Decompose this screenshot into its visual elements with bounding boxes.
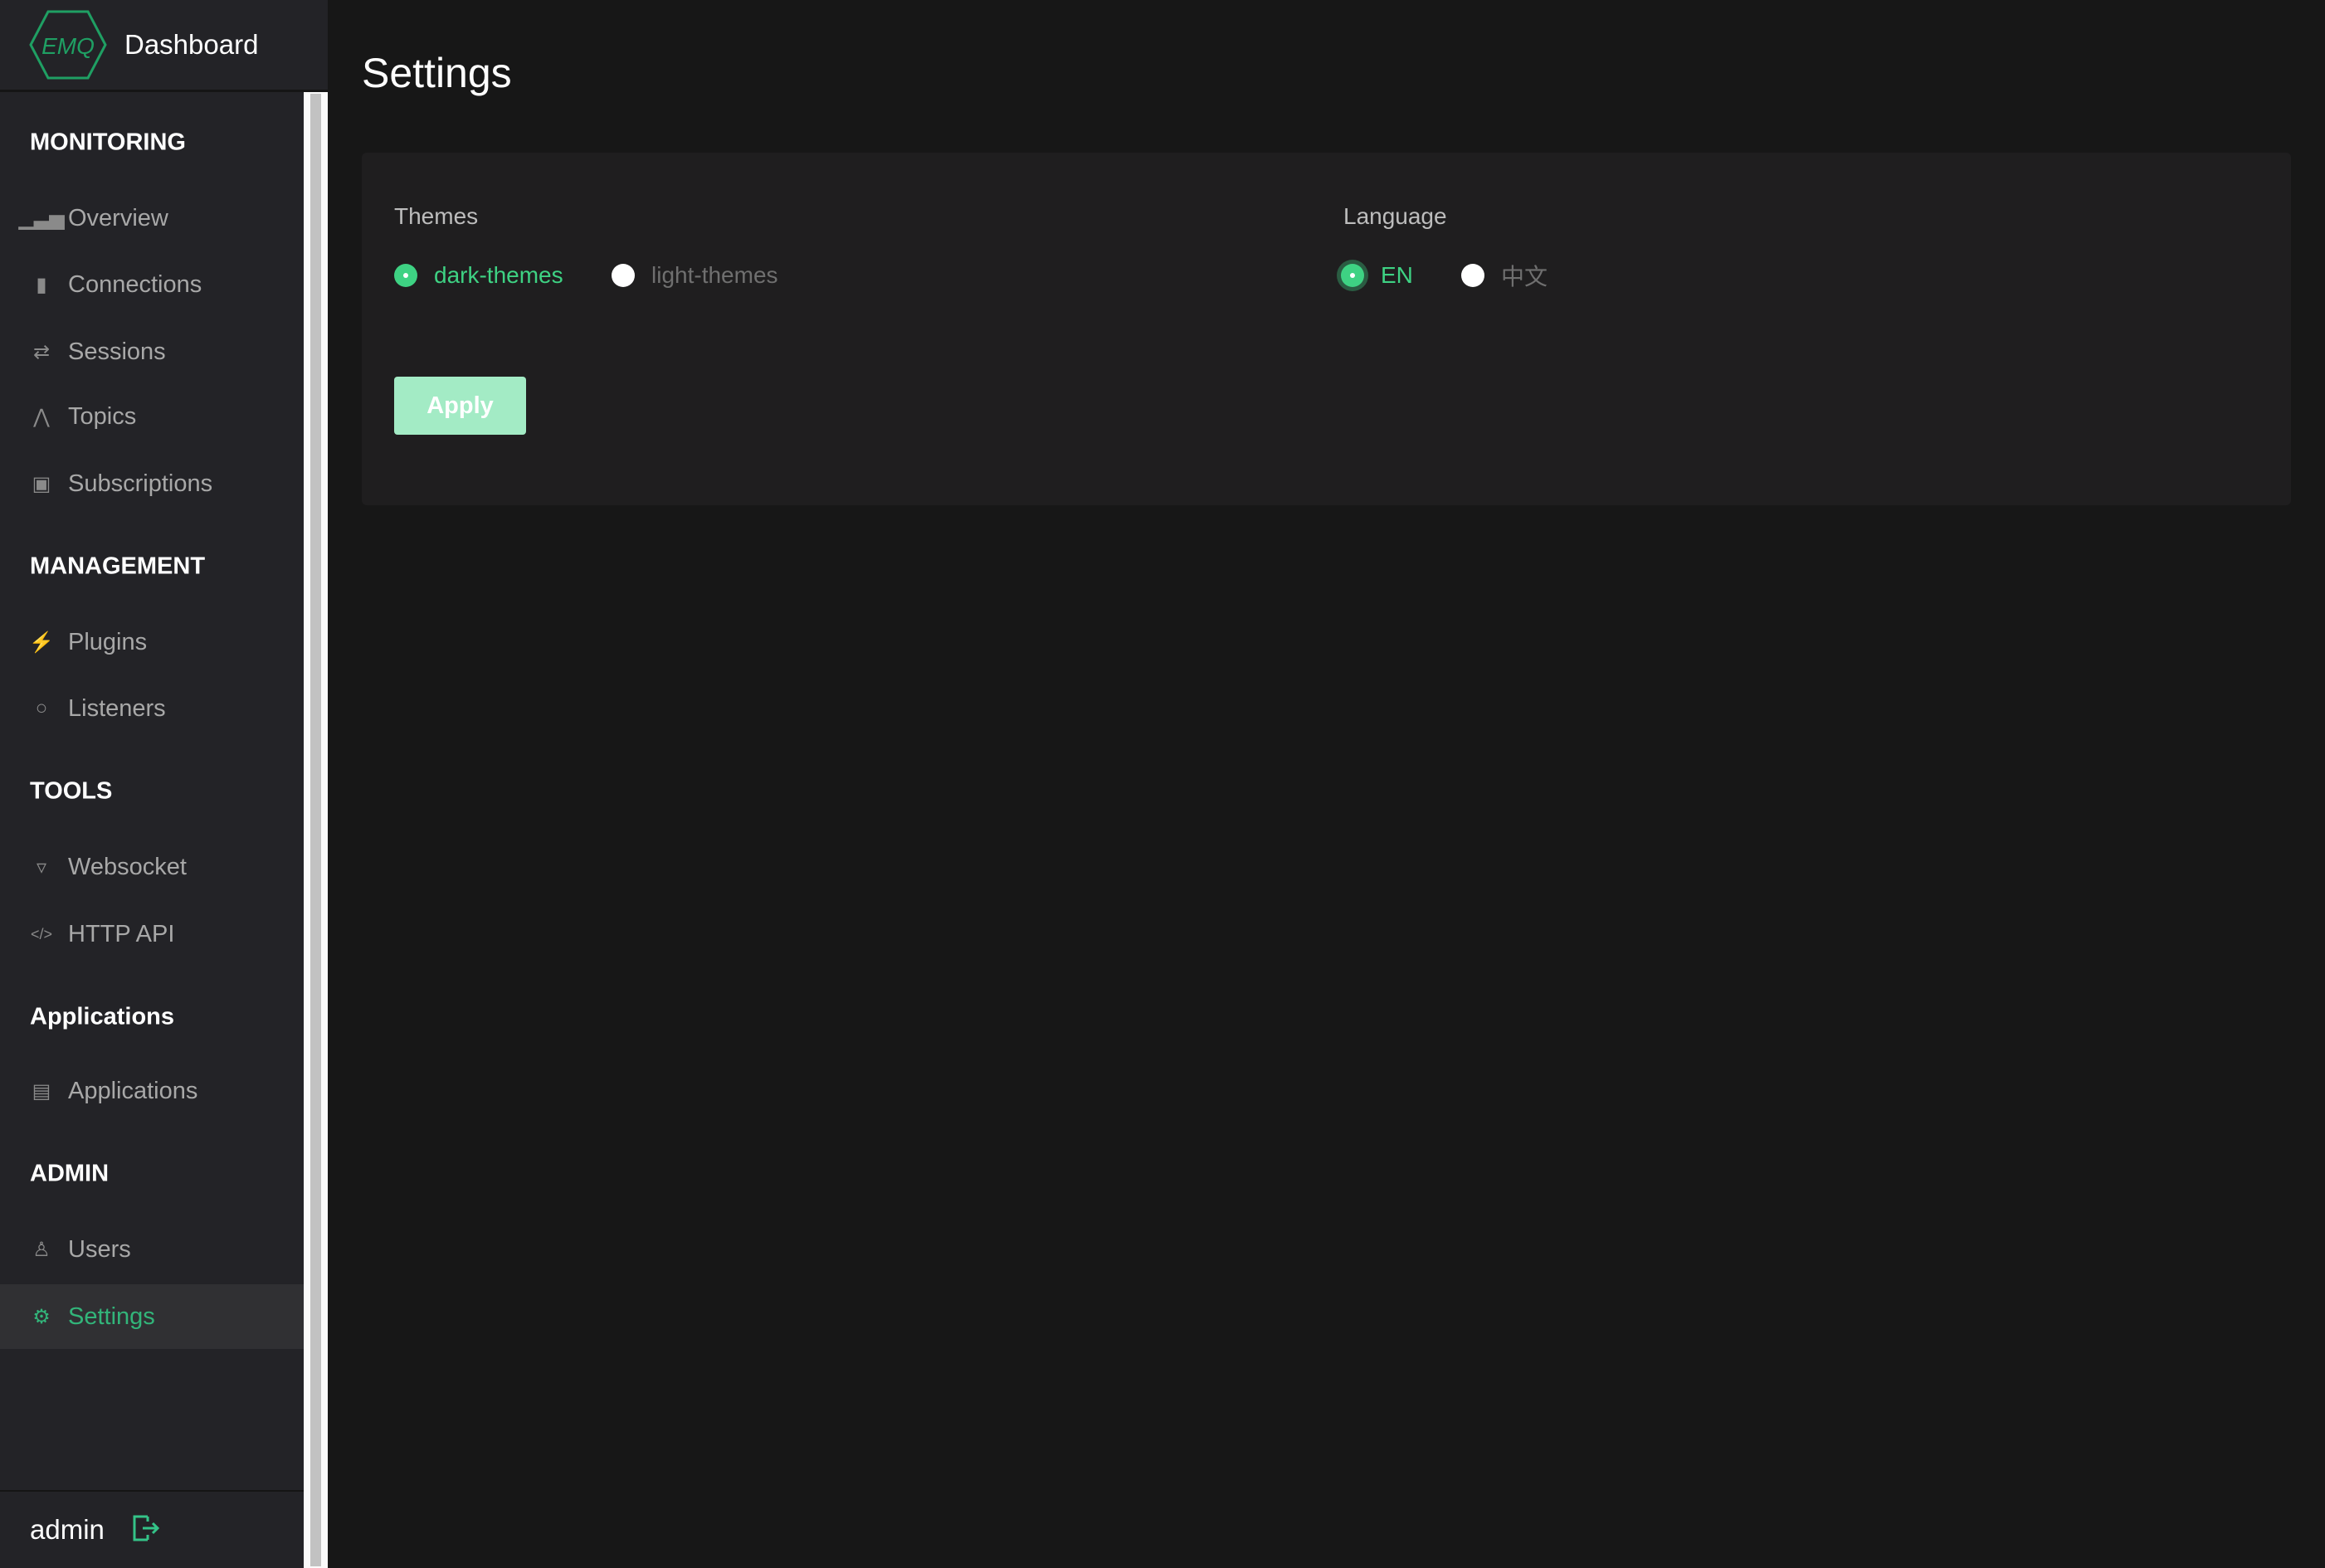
radio-label: EN — [1381, 262, 1413, 288]
sidebar-item-label: HTTP API — [68, 920, 175, 947]
sidebar-item-label: Applications — [68, 1077, 198, 1104]
sidebar-item-label: Listeners — [68, 694, 166, 722]
page-title: Settings — [362, 50, 512, 96]
sidebar-item-users[interactable]: ♙ Users — [0, 1217, 304, 1282]
sidebar-item-listeners[interactable]: ○ Listeners — [0, 676, 304, 741]
radio-label: 中文 — [1501, 264, 1548, 290]
sidebar-item-overview[interactable]: ▁▃▅ Overview — [0, 186, 304, 251]
plug-icon: ⚡ — [29, 631, 54, 654]
swap-icon: ⇄ — [32, 340, 51, 363]
radio-en[interactable]: EN — [1341, 262, 1413, 289]
emq-logo-icon: EMQ — [29, 10, 107, 80]
svg-text:EMQ: EMQ — [41, 33, 95, 59]
html5-icon: ▿ — [36, 855, 47, 879]
chip-icon: ▮ — [36, 273, 47, 296]
sidebar-item-label: Websocket — [68, 853, 187, 880]
radio-checked-icon — [394, 264, 417, 287]
group-management: MANAGEMENT — [30, 553, 206, 580]
sidebar: MONITORING ▁▃▅ Overview ▮ Connections ⇄ Ses… — [0, 0, 304, 1568]
radio-light-themes[interactable]: light-themes — [612, 262, 778, 289]
radio-dark-themes[interactable]: dark-themes — [394, 262, 563, 289]
sidebar-item-label: Settings — [68, 1303, 155, 1330]
radio-checked-icon — [1341, 264, 1364, 287]
username: admin — [30, 1514, 105, 1545]
sidebar-item-label: Users — [68, 1235, 131, 1263]
code-icon: </> — [30, 925, 53, 942]
language-label: Language — [1343, 203, 1447, 229]
user-icon: ♙ — [32, 1238, 51, 1261]
sidebar-item-label: Plugins — [68, 628, 148, 655]
sidebar-item-label: Sessions — [68, 338, 166, 365]
group-monitoring: MONITORING — [30, 129, 186, 156]
sidebar-item-label: Subscriptions — [68, 470, 213, 497]
sidebar-item-label: Connections — [68, 270, 202, 298]
rss-icon: ▣ — [32, 472, 51, 495]
sidebar-scrollbar[interactable] — [304, 92, 328, 1568]
sidebar-item-sessions[interactable]: ⇄ Sessions — [0, 319, 304, 384]
bar-chart-icon: ▁▃▅ — [18, 207, 65, 230]
group-applications: Applications — [30, 1003, 175, 1030]
topic-icon: ⋀ — [33, 405, 50, 428]
listener-icon: ○ — [35, 697, 48, 719]
brand-header[interactable]: EMQ Dashboard — [0, 0, 328, 92]
sidebar-item-topics[interactable]: ⋀ Topics — [0, 384, 304, 449]
themes-label: Themes — [394, 203, 479, 229]
radio-label: light-themes — [651, 262, 778, 288]
group-admin: ADMIN — [30, 1160, 110, 1187]
sidebar-item-connections[interactable]: ▮ Connections — [0, 252, 304, 317]
scrollbar-thumb[interactable] — [310, 94, 321, 1566]
sidebar-item-websocket[interactable]: ▿ Websocket — [0, 835, 304, 899]
settings-card: Themes dark-themes light-themes Language… — [362, 153, 2291, 505]
radio-unchecked-icon — [612, 264, 635, 287]
radio-unchecked-icon — [1461, 264, 1484, 287]
group-tools: TOOLS — [30, 777, 113, 805]
sidebar-item-applications[interactable]: ▤ Applications — [0, 1059, 304, 1123]
sidebar-item-settings[interactable]: ⚙ Settings — [0, 1284, 304, 1349]
apply-button[interactable]: Apply — [394, 377, 526, 435]
user-footer: admin — [0, 1490, 304, 1568]
sidebar-item-http-api[interactable]: </> HTTP API — [0, 902, 304, 967]
archive-icon: ▤ — [32, 1079, 51, 1103]
radio-label: dark-themes — [434, 262, 563, 288]
gear-icon: ⚙ — [32, 1305, 51, 1328]
logout-icon[interactable] — [131, 1513, 160, 1547]
sidebar-item-plugins[interactable]: ⚡ Plugins — [0, 610, 304, 674]
sidebar-item-subscriptions[interactable]: ▣ Subscriptions — [0, 451, 304, 516]
brand-title: Dashboard — [124, 29, 259, 60]
sidebar-item-label: Overview — [68, 204, 168, 231]
sidebar-item-label: Topics — [68, 402, 137, 430]
radio-zh[interactable]: 中文 — [1461, 259, 1548, 292]
